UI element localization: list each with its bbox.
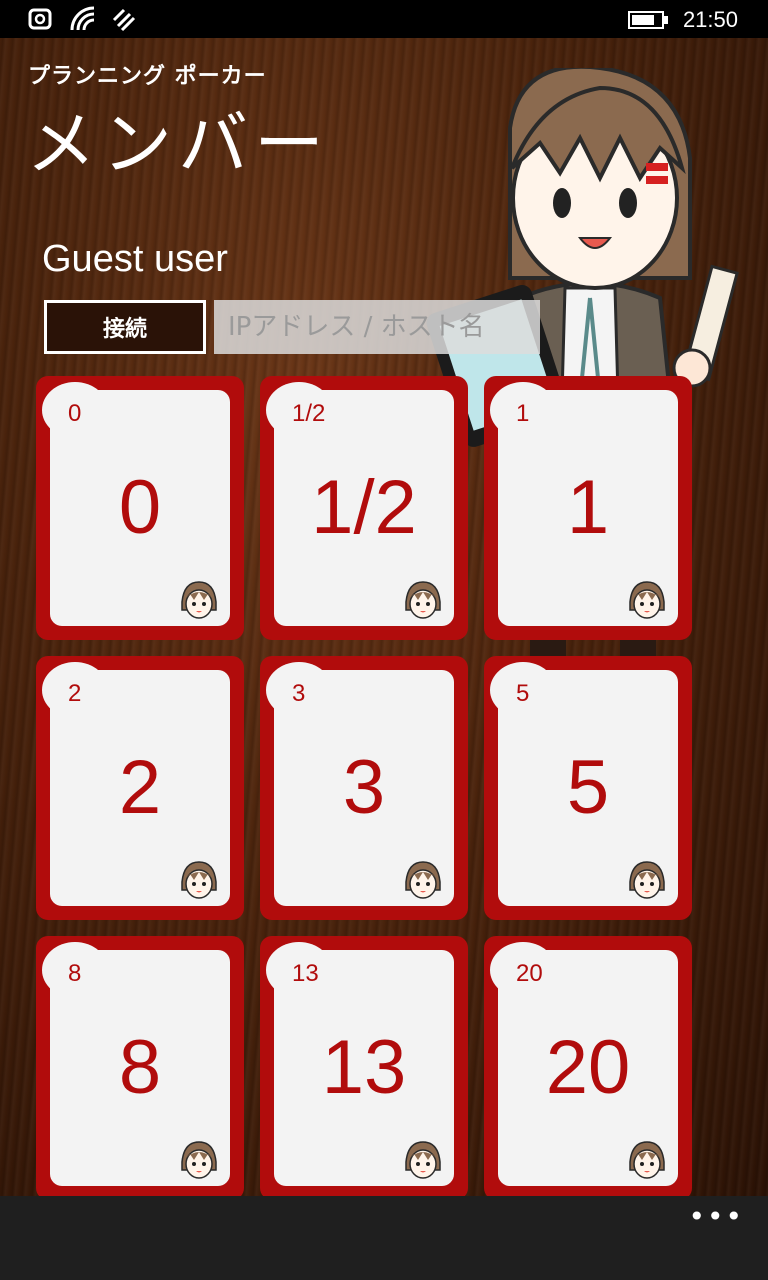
- card-value: 20: [545, 1025, 631, 1110]
- card-value: 8: [118, 1025, 162, 1110]
- estimate-card[interactable]: 11: [484, 376, 692, 640]
- avatar-icon: [399, 857, 447, 905]
- connect-button[interactable]: 接続: [44, 300, 206, 354]
- card-value: 2: [118, 745, 162, 830]
- avatar-icon: [623, 857, 671, 905]
- avatar-icon: [399, 577, 447, 625]
- card-value: 3: [342, 745, 386, 830]
- app-area: プランニング ポーカー メンバー Guest user 接続 IPアドレス / …: [0, 38, 768, 1196]
- estimate-card[interactable]: 33: [260, 656, 468, 920]
- avatar-icon: [399, 1137, 447, 1185]
- card-value: 1/2: [311, 465, 417, 550]
- wifi-icon: [70, 6, 95, 31]
- estimate-card[interactable]: 13 13: [260, 936, 468, 1196]
- clock: 21:50: [682, 7, 738, 32]
- estimate-card[interactable]: 55: [484, 656, 692, 920]
- avatar-icon: [623, 1137, 671, 1185]
- user-name: Guest user: [42, 238, 228, 280]
- card-corner-label: 13: [292, 960, 319, 987]
- card-corner-label: 8: [68, 960, 82, 987]
- avatar-icon: [623, 577, 671, 625]
- card-value: 0: [118, 465, 162, 550]
- address-input[interactable]: [214, 300, 540, 354]
- app-title: プランニング ポーカー: [28, 64, 267, 89]
- battery-icon: [628, 11, 668, 29]
- card-corner-label: 5: [516, 680, 530, 707]
- status-bar: 21:50: [0, 0, 768, 38]
- estimate-card[interactable]: 20 20: [484, 936, 692, 1196]
- avatar-icon: [175, 857, 223, 905]
- avatar-icon: [175, 577, 223, 625]
- app-bar: •••: [0, 1196, 768, 1280]
- card-value: 1: [566, 465, 610, 550]
- avatar-icon: [175, 1137, 223, 1185]
- nfc-icon: [28, 8, 52, 30]
- card-corner-label: 2: [68, 680, 82, 707]
- card-corner-label: 3: [292, 680, 306, 707]
- card-value: 13: [321, 1025, 407, 1110]
- card-value: 5: [566, 745, 610, 830]
- card-corner-label: 1: [516, 400, 530, 427]
- card-corner-label: 20: [516, 960, 543, 987]
- estimate-card[interactable]: 00: [36, 376, 244, 640]
- more-button[interactable]: •••: [688, 1200, 744, 1233]
- card-corner-label: 1/2: [292, 400, 326, 427]
- estimate-card[interactable]: 88: [36, 936, 244, 1196]
- card-corner-label: 0: [68, 400, 82, 427]
- estimate-card[interactable]: 1/2 1/2: [260, 376, 468, 640]
- data-sync-icon: [112, 8, 136, 32]
- estimate-card[interactable]: 22: [36, 656, 244, 920]
- page-title: メンバー: [26, 103, 330, 185]
